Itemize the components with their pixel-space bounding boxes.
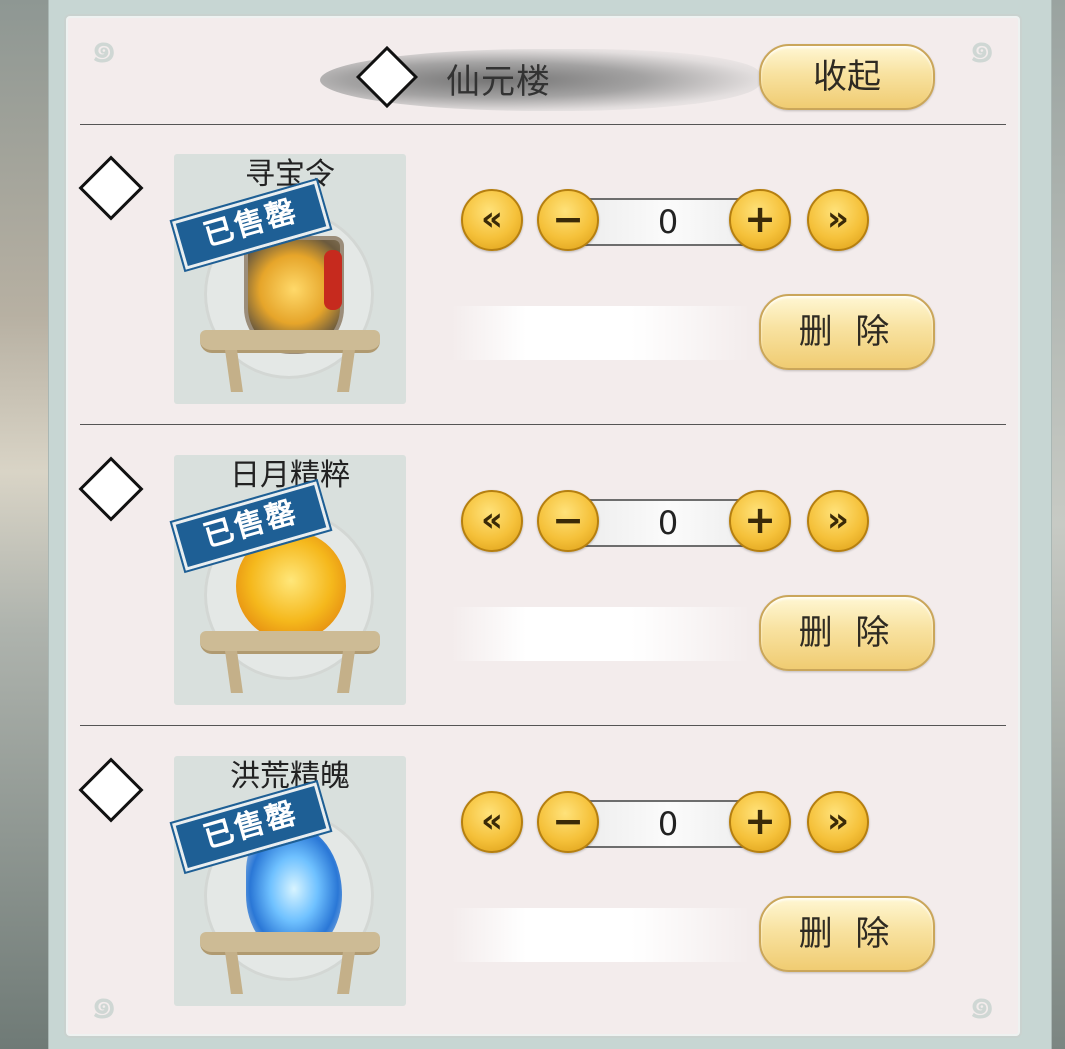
price-bar	[451, 908, 751, 962]
item-checkbox[interactable]	[78, 155, 144, 221]
increase-button[interactable]: +	[729, 189, 791, 251]
item-row: 洪荒精魄 已售罄 « 0 − + » 删 除	[66, 618, 1020, 1006]
item-card[interactable]: 洪荒精魄 已售罄	[169, 756, 406, 1006]
quantity-stepper: « 0 − + »	[459, 186, 879, 256]
item-checkbox[interactable]	[78, 757, 144, 823]
max-quantity-button[interactable]: »	[807, 490, 869, 552]
min-quantity-button[interactable]: «	[461, 189, 523, 251]
item-checkbox[interactable]	[78, 456, 144, 522]
increase-button[interactable]: +	[729, 490, 791, 552]
item-row: 日月精粹 已售罄 « 0 − + » 删 除	[66, 317, 1020, 726]
max-quantity-button[interactable]: »	[807, 189, 869, 251]
max-quantity-button[interactable]: »	[807, 791, 869, 853]
increase-button[interactable]: +	[729, 791, 791, 853]
quantity-stepper: « 0 − + »	[459, 487, 879, 557]
item-row: 寻宝令 已售罄 « 0 − + » 删 除	[66, 16, 1020, 425]
shop-panel: ๑ ๑ ๑ ๑ 仙元楼 收起 寻宝令 已售罄 « 0 − + » 删 除 日月精…	[64, 14, 1022, 1038]
decrease-button[interactable]: −	[537, 189, 599, 251]
corner-ornament-icon: ๑	[968, 978, 996, 1029]
min-quantity-button[interactable]: «	[461, 791, 523, 853]
decrease-button[interactable]: −	[537, 791, 599, 853]
quantity-stepper: « 0 − + »	[459, 788, 879, 858]
delete-button[interactable]: 删 除	[759, 896, 935, 972]
background-left	[0, 0, 48, 1049]
corner-ornament-icon: ๑	[90, 978, 118, 1029]
decrease-button[interactable]: −	[537, 490, 599, 552]
tassel-decoration	[324, 250, 342, 310]
min-quantity-button[interactable]: «	[461, 490, 523, 552]
